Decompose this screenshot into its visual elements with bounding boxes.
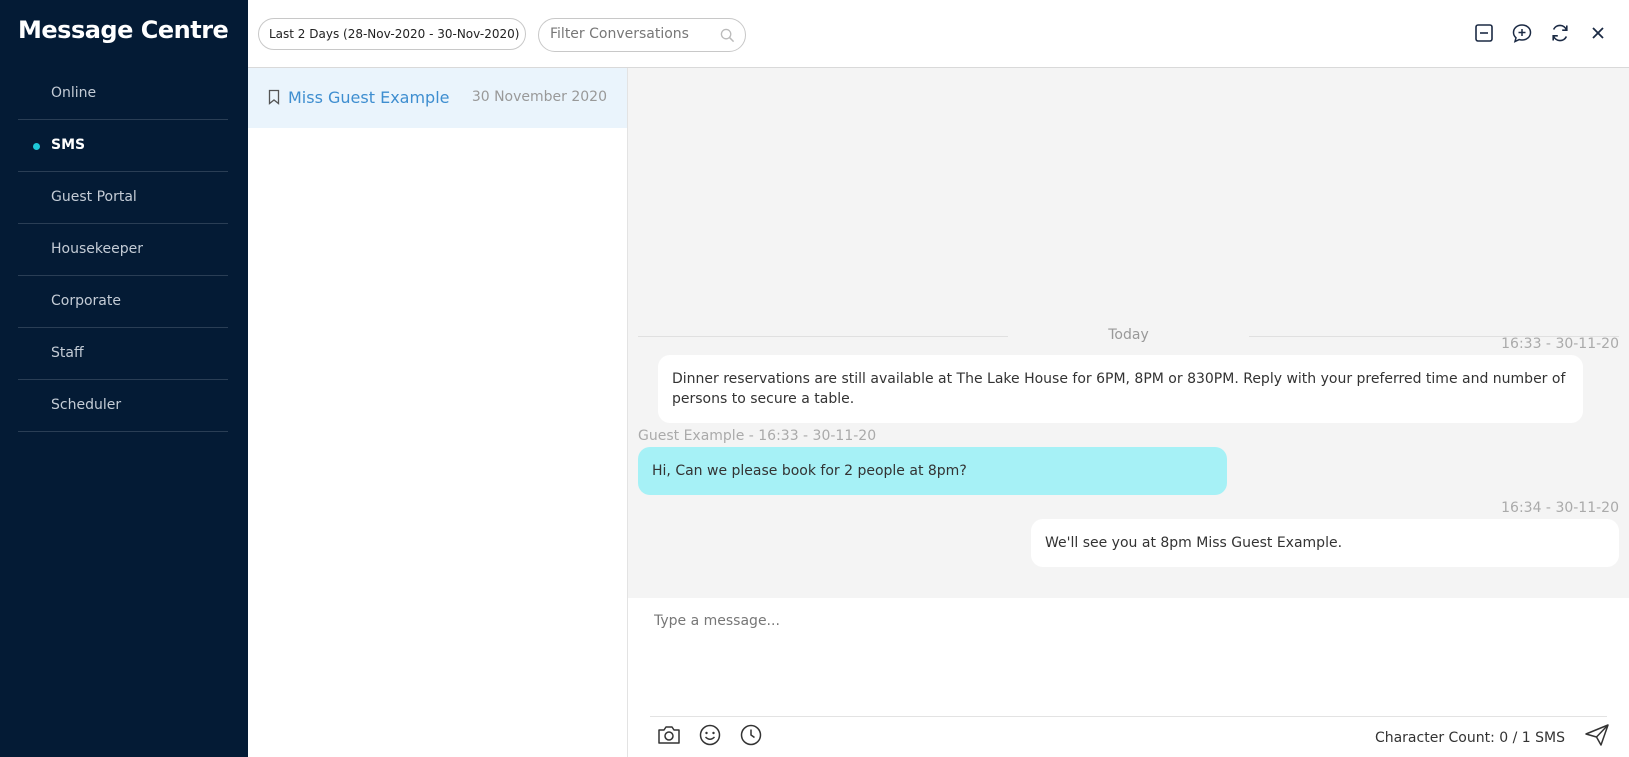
- sidebar: Message Centre Online SMS Guest Portal H…: [0, 0, 248, 757]
- minimize-icon[interactable]: [1473, 22, 1495, 44]
- incoming-message-bubble: Hi, Can we please book for 2 people at 8…: [638, 447, 1227, 495]
- schedule-clock-icon[interactable]: [738, 722, 764, 748]
- sidebar-item-label: Online: [51, 85, 97, 101]
- date-range-label: Last 2 Days (28-Nov-2020 - 30-Nov-2020): [269, 27, 520, 41]
- sidebar-item-label: Scheduler: [51, 397, 122, 413]
- message-timestamp: 16:34 - 30-11-20: [1501, 500, 1619, 516]
- outgoing-message-bubble: We'll see you at 8pm Miss Guest Example.: [1031, 519, 1619, 567]
- sidebar-item-label: Corporate: [51, 293, 121, 309]
- message-composer: Character Count: 0 / 1 SMS: [628, 598, 1629, 757]
- filter-conversations-input[interactable]: [550, 26, 715, 42]
- message-timestamp: 16:33 - 30-11-20: [1501, 336, 1619, 352]
- message-input[interactable]: [654, 613, 1594, 703]
- filter-conversations: [538, 18, 746, 52]
- sidebar-nav: Online SMS Guest Portal Housekeeper Corp…: [18, 68, 228, 432]
- conversation-item[interactable]: Miss Guest Example 30 November 2020: [248, 68, 627, 128]
- send-icon[interactable]: [1583, 721, 1611, 749]
- sidebar-item-sms[interactable]: SMS: [18, 120, 228, 172]
- sidebar-item-housekeeper[interactable]: Housekeeper: [18, 224, 228, 276]
- sidebar-item-online[interactable]: Online: [18, 68, 228, 120]
- bookmark-icon[interactable]: [268, 89, 280, 105]
- camera-icon[interactable]: [656, 722, 682, 748]
- sidebar-item-label: Housekeeper: [51, 241, 143, 257]
- sidebar-item-label: SMS: [51, 137, 86, 153]
- toolbar-actions: [1473, 22, 1609, 44]
- new-message-icon[interactable]: [1511, 22, 1533, 44]
- refresh-icon[interactable]: [1549, 22, 1571, 44]
- outgoing-message-bubble: Dinner reservations are still available …: [658, 355, 1583, 423]
- top-toolbar: Last 2 Days (28-Nov-2020 - 30-Nov-2020): [248, 0, 1629, 68]
- message-timestamp: Guest Example - 16:33 - 30-11-20: [638, 428, 877, 444]
- date-range-picker[interactable]: Last 2 Days (28-Nov-2020 - 30-Nov-2020): [258, 18, 526, 50]
- conversation-date: 30 November 2020: [471, 89, 607, 105]
- active-indicator-dot: [33, 143, 40, 150]
- search-icon[interactable]: [720, 28, 735, 43]
- sidebar-item-scheduler[interactable]: Scheduler: [18, 380, 228, 432]
- emoji-icon[interactable]: [697, 722, 723, 748]
- close-icon[interactable]: [1587, 22, 1609, 44]
- sidebar-item-label: Staff: [51, 345, 84, 361]
- app-title: Message Centre: [18, 16, 229, 44]
- conversation-list: Miss Guest Example 30 November 2020: [248, 68, 628, 757]
- composer-divider: [650, 716, 1607, 717]
- sidebar-item-guest-portal[interactable]: Guest Portal: [18, 172, 228, 224]
- sidebar-item-label: Guest Portal: [51, 189, 137, 205]
- chat-thread: Today 16:33 - 30-11-20 Dinner reservatio…: [628, 68, 1629, 598]
- sidebar-item-corporate[interactable]: Corporate: [18, 276, 228, 328]
- day-divider: Today: [638, 326, 1619, 346]
- day-label: Today: [1108, 327, 1149, 343]
- character-count: Character Count: 0 / 1 SMS: [1374, 730, 1565, 746]
- conversation-name: Miss Guest Example: [288, 88, 450, 107]
- sidebar-item-staff[interactable]: Staff: [18, 328, 228, 380]
